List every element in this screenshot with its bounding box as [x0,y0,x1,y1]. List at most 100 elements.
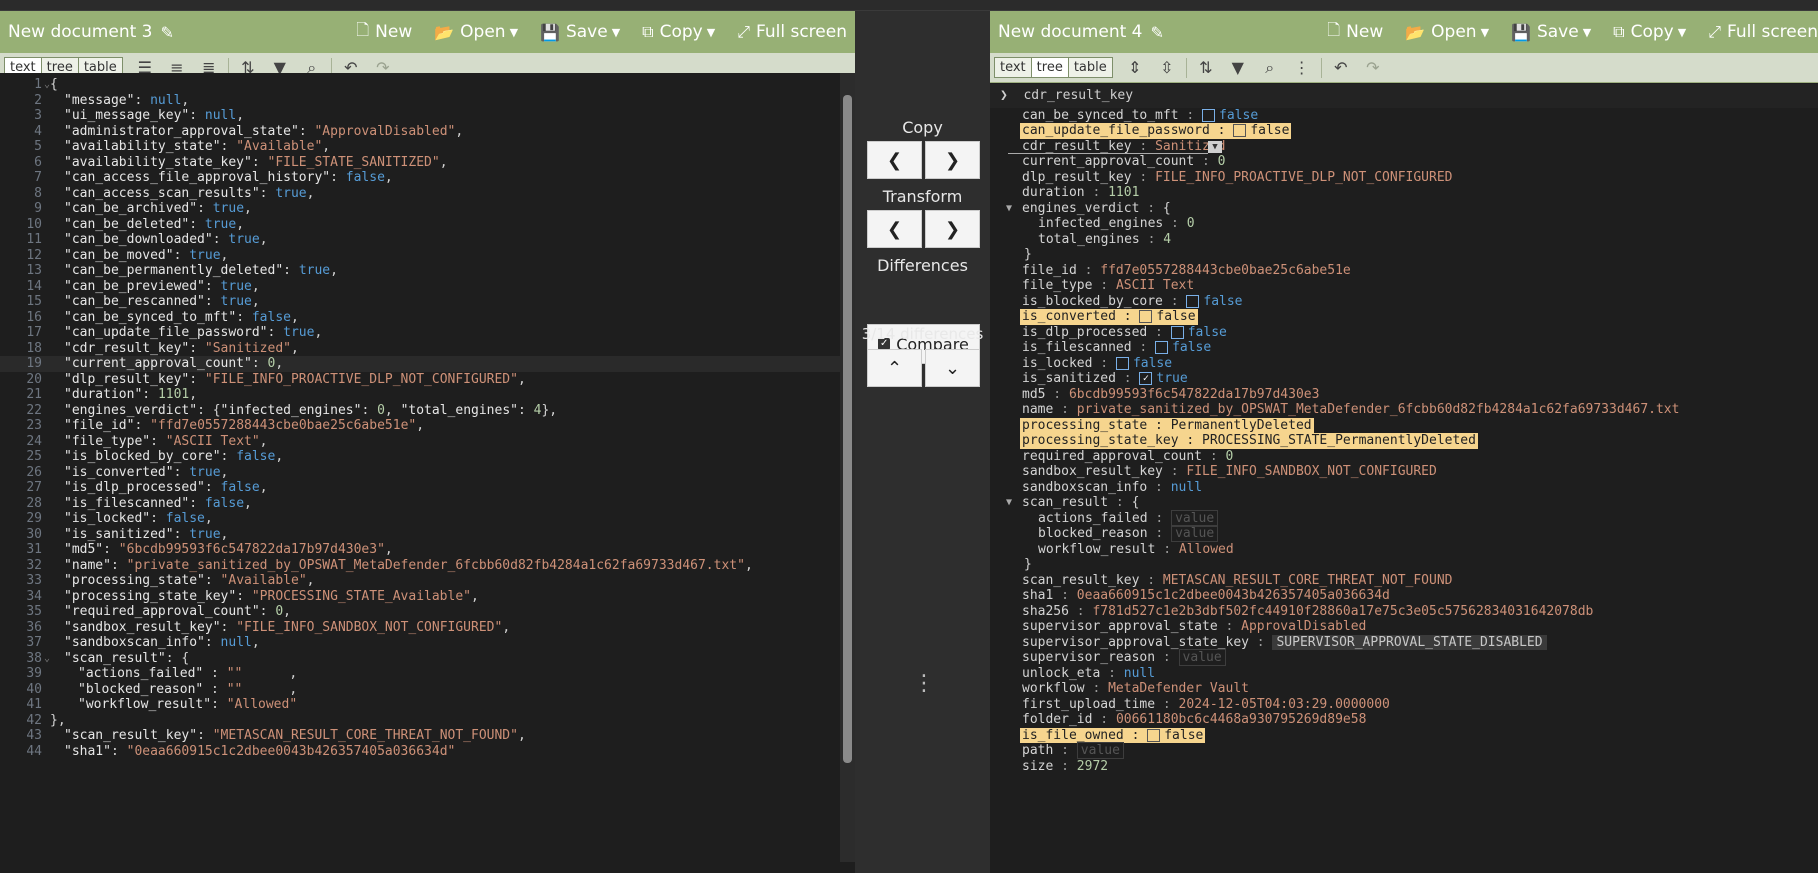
tree-node[interactable]: name : private_sanitized_by_OPSWAT_MetaD… [1020,402,1681,418]
transform-right-button[interactable]: ❯ [925,210,980,248]
tree-node[interactable]: processing_state_key : PROCESSING_STATE_… [1020,433,1478,449]
left-fullscreen-button[interactable]: ⤢ Full screen [737,22,847,42]
tree-key[interactable]: cdr_result_key [1022,139,1132,154]
code-line[interactable]: 22 "engines_verdict": {"infected_engines"… [0,403,840,419]
tree-key[interactable]: supervisor_reason [1022,650,1155,665]
tree-node[interactable]: workflow_result : Allowed [1036,542,1236,558]
checkbox-checked-icon[interactable]: ✓ [1139,372,1153,385]
code-line[interactable]: 9 "can_be_archived": true, [0,201,840,217]
mode-table-button[interactable]: table [1068,58,1112,77]
tree-node[interactable]: file_type : ASCII Text [1020,278,1196,294]
empty-value-field[interactable]: value [1171,525,1219,542]
previous-difference-button[interactable]: ⌃ [867,349,922,387]
code-line[interactable]: 19 "current_approval_count": 0, [0,356,840,372]
tree-node[interactable]: file_id : ffd7e0557288443cbe0bae25c6abe5… [1020,263,1353,279]
code-line[interactable]: 7 "can_access_file_approval_history": fal… [0,170,840,186]
tree-node[interactable]: workflow : MetaDefender Vault [1020,681,1251,697]
tree-value[interactable]: false [1250,123,1289,138]
edit-icon[interactable]: ✎ [160,23,173,42]
tree-value[interactable]: } [1024,247,1032,262]
tree-key[interactable]: file_type [1022,278,1092,293]
expand-toggle-icon[interactable]: ▼ [1006,201,1012,217]
tree-node[interactable]: is_dlp_processed : false [1020,325,1229,341]
tree-key[interactable]: sandboxscan_info [1022,480,1147,495]
tree-node[interactable]: scan_result_key : METASCAN_RESULT_CORE_T… [1020,573,1454,589]
tree-value[interactable]: ffd7e0557288443cbe0bae25c6abe51e [1100,263,1350,278]
tree-node[interactable]: engines_verdict : { [1020,201,1173,217]
code-line[interactable]: 30 "is_sanitized": true, [0,527,840,543]
tree-key[interactable]: can_update_file_password [1022,123,1210,138]
tree-value[interactable]: { [1163,201,1171,216]
tree-value[interactable]: null [1171,480,1202,495]
left-open-button[interactable]: 📂 Open ▼ [434,22,518,42]
fold-toggle-icon[interactable]: ⌄ [44,651,54,667]
tree-key[interactable]: supervisor_approval_state [1022,619,1218,634]
tree-value[interactable]: PROCESSING_STATE_PermanentlyDeleted [1202,433,1476,448]
code-editor[interactable]: 1 ⌄{2 "message": null, 3 "ui_message_key": n… [0,73,855,862]
tree-node[interactable]: sha1 : 0eaa660915c1c2dbee0043b426357405a… [1020,588,1392,604]
tree-node[interactable]: sandboxscan_info : null [1020,480,1204,496]
tree-key[interactable]: folder_id [1022,712,1092,727]
checkbox-icon[interactable] [1139,310,1153,323]
tree-value[interactable]: 2972 [1077,759,1108,774]
code-line[interactable]: 16 "can_be_synced_to_mft": false, [0,310,840,326]
tree-key[interactable]: md5 [1022,387,1045,402]
code-line[interactable]: 39 "actions_failed" : "" , [0,666,840,682]
code-line[interactable]: 33 "processing_state": "Available", [0,573,840,589]
tree-node[interactable]: actions_failed : value [1036,509,1220,527]
code-line[interactable]: 27 "is_dlp_processed": false, [0,480,840,496]
tree-value[interactable]: 0 [1218,154,1226,169]
tree-key[interactable]: sha1 [1022,588,1053,603]
tree-key[interactable]: scan_result [1022,495,1108,510]
tree-node[interactable]: supervisor_approval_state_key : SUPERVIS… [1020,634,1549,651]
right-save-button[interactable]: 💾 Save ▼ [1511,22,1591,42]
mode-tree-button[interactable]: tree [1031,58,1069,77]
tree-value[interactable]: false [1133,356,1172,371]
right-copy-button[interactable]: ⧉ Copy ▼ [1613,22,1686,42]
tree-key[interactable]: file_id [1022,263,1077,278]
tree-value[interactable]: METASCAN_RESULT_CORE_THREAT_NOT_FOUND [1163,573,1453,588]
sort-icon[interactable]: ⇅ [1190,58,1222,77]
tree-value[interactable]: 0 [1226,449,1234,464]
tree-value[interactable]: false [1156,309,1195,324]
tree-key[interactable]: is_file_owned [1022,728,1124,743]
left-save-button[interactable]: 💾 Save ▼ [540,22,620,42]
code-line[interactable]: 11 "can_be_downloaded": true, [0,232,840,248]
tree-value[interactable]: false [1164,728,1203,743]
code-line[interactable]: 43 "scan_result_key": "METASCAN_RESULT_CO… [0,728,840,744]
tree-node[interactable]: is_blocked_by_core : false [1020,294,1245,310]
code-line[interactable]: 3 "ui_message_key": null, [0,108,840,124]
redo-icon[interactable]: ↷ [1357,58,1389,77]
code-line[interactable]: 20 "dlp_result_key": "FILE_INFO_PROACTIVE… [0,372,840,388]
tree-key[interactable]: infected_engines [1038,216,1163,231]
tree-key[interactable]: is_locked [1022,356,1092,371]
tree-node[interactable]: is_locked : false [1020,356,1174,372]
code-line[interactable]: 25 "is_blocked_by_core": false, [0,449,840,465]
value-dropdown-icon[interactable]: ▼ [1208,140,1222,153]
tree-node[interactable]: is_file_owned : false [1020,727,1206,743]
scrollbar-thumb[interactable] [843,95,852,763]
edit-icon[interactable]: ✎ [1150,23,1163,42]
tree-key[interactable]: is_converted [1022,309,1116,324]
code-line[interactable]: 6 "availability_state_key": "FILE_STATE_S… [0,155,840,171]
code-line[interactable]: 41 "workflow_result": "Allowed" [0,697,840,713]
code-line[interactable]: 13 "can_be_permanently_deleted": true, [0,263,840,279]
tree-value[interactable]: MetaDefender Vault [1108,681,1249,696]
code-line[interactable]: 34 "processing_state_key": "PROCESSING_ST… [0,589,840,605]
copy-right-button[interactable]: ❯ [925,141,980,179]
left-document-title[interactable]: New document 3 [8,22,152,42]
tree-key[interactable]: duration [1022,185,1085,200]
tree-key[interactable]: actions_failed [1038,511,1148,526]
next-difference-button[interactable]: ⌄ [925,349,980,387]
more-icon[interactable]: ⋮ [1286,58,1318,77]
tree-value[interactable]: FILE_INFO_SANDBOX_NOT_CONFIGURED [1186,464,1436,479]
tree-key[interactable]: name [1022,402,1053,417]
tree-node[interactable]: sandbox_result_key : FILE_INFO_SANDBOX_N… [1020,464,1439,480]
navigation-bar[interactable]: ❯ cdr_result_key [990,84,1818,108]
code-line[interactable]: 38 ⌄ "scan_result": { [0,651,840,667]
tree-value[interactable]: PermanentlyDeleted [1171,418,1312,433]
code-line[interactable]: 2 "message": null, [0,93,840,109]
code-line[interactable]: 44 "sha1": "0eaa660915c1c2dbee0043b426357… [0,744,840,760]
tree-value[interactable]: 1101 [1108,185,1139,200]
tree-node[interactable]: infected_engines : 0 [1036,216,1197,232]
